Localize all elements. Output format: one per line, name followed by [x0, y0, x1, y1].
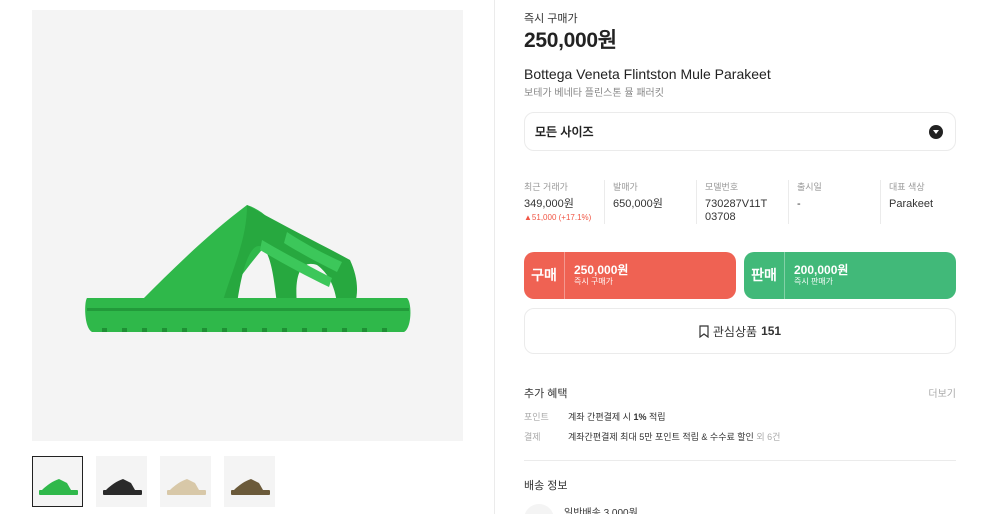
instant-price: 250,000원 — [524, 29, 617, 52]
size-select[interactable]: 모든 사이즈 — [524, 112, 956, 151]
stat-release-price: 발매가 650,000원 — [604, 180, 696, 224]
bookmark-icon — [699, 324, 709, 338]
stat-color: 대표 색상 Parakeet — [880, 180, 956, 224]
buy-button-title: 구매 — [524, 252, 565, 299]
benefit-row-payment: 결제 계좌간편결제 최대 5만 포인트 적립 & 수수료 할인 외 6건 — [524, 430, 780, 443]
stat-header: 모델번호 — [705, 182, 739, 192]
stat-change: ▲51,000 (+17.1%) — [524, 213, 592, 222]
benefits-title: 추가 혜택 — [524, 388, 568, 400]
thumbnail-list — [32, 456, 275, 507]
stat-value: 349,000원 — [524, 198, 574, 210]
product-title: Bottega Veneta Flintston Mule Parakeet — [524, 66, 771, 82]
shipping-option-label: 일반배송 3,000원 — [564, 508, 638, 514]
shipping-title: 배송 정보 — [524, 480, 568, 492]
benefit-text: 계좌간편결제 최대 5만 포인트 적립 & 수수료 할인 — [568, 432, 757, 442]
stat-header: 최근 거래가 — [524, 182, 568, 192]
stat-value: 650,000원 — [613, 198, 663, 210]
buy-button-sub: 즉시 구매가 — [574, 277, 614, 286]
wishlist-button[interactable]: 관심상품 151 — [524, 308, 956, 354]
thumbnail-green[interactable] — [32, 456, 83, 507]
stat-header: 대표 색상 — [889, 182, 925, 192]
wishlist-count: 151 — [761, 324, 782, 338]
thumbnail-beige[interactable] — [160, 456, 211, 507]
benefit-highlight: 1% — [633, 412, 647, 422]
benefit-row-points: 포인트 계좌 간편결제 시 1% 적립 — [524, 410, 666, 423]
benefit-tail: 적립 — [646, 412, 666, 422]
sandal-illustration — [85, 205, 411, 332]
sandal-thumb-icon — [167, 479, 206, 495]
truck-icon — [524, 504, 554, 514]
sell-button[interactable]: 판매 200,000원 즉시 판매가 — [744, 252, 956, 299]
stat-release-date: 출시일 - — [788, 180, 880, 224]
benefit-text: 계좌 간편결제 시 — [568, 412, 634, 422]
sell-button-body: 200,000원 즉시 판매가 — [785, 264, 848, 287]
sell-button-sub: 즉시 판매가 — [794, 277, 834, 286]
stat-model-number: 모델번호 730287V11T03708 — [696, 180, 788, 224]
benefit-more-count: 외 6건 — [756, 432, 781, 442]
product-stats: 최근 거래가 349,000원 ▲51,000 (+17.1%) 발매가 650… — [524, 180, 956, 224]
stat-value: 730287V11T03708 — [705, 198, 768, 223]
section-divider — [524, 460, 956, 461]
chevron-down-icon — [929, 124, 943, 139]
benefits-more-link[interactable]: 더보기 — [928, 385, 956, 400]
stat-header: 출시일 — [797, 182, 822, 192]
column-divider — [494, 0, 495, 514]
benefit-value: 계좌 간편결제 시 1% 적립 — [568, 410, 666, 423]
thumbnail-olive[interactable] — [224, 456, 275, 507]
sandal-thumb-icon — [103, 479, 142, 495]
buy-button-price: 250,000원 — [574, 263, 629, 277]
benefit-value: 계좌간편결제 최대 5만 포인트 적립 & 수수료 할인 외 6건 — [568, 430, 780, 443]
product-subtitle: 보테가 베네타 플린스톤 뮬 패러킷 — [524, 88, 664, 99]
thumbnail-black[interactable] — [96, 456, 147, 507]
shipping-option[interactable]: 일반배송 3,000원 — [524, 504, 638, 514]
product-image[interactable] — [32, 10, 463, 441]
stat-value: - — [797, 198, 801, 210]
wishlist-label: 관심상품 — [712, 324, 758, 339]
sell-button-price: 200,000원 — [794, 263, 849, 277]
benefit-key: 결제 — [524, 432, 541, 442]
buy-button-body: 250,000원 즉시 구매가 — [565, 264, 628, 287]
buy-button[interactable]: 구매 250,000원 즉시 구매가 — [524, 252, 736, 299]
stat-recent-price: 최근 거래가 349,000원 ▲51,000 (+17.1%) — [524, 180, 604, 224]
stat-header: 발매가 — [613, 182, 638, 192]
size-select-label: 모든 사이즈 — [535, 125, 594, 139]
sandal-thumb-icon — [39, 479, 78, 495]
benefit-key: 포인트 — [524, 412, 549, 422]
sell-button-title: 판매 — [744, 252, 785, 299]
sandal-thumb-icon — [231, 479, 270, 495]
stat-value: Parakeet — [889, 198, 934, 210]
